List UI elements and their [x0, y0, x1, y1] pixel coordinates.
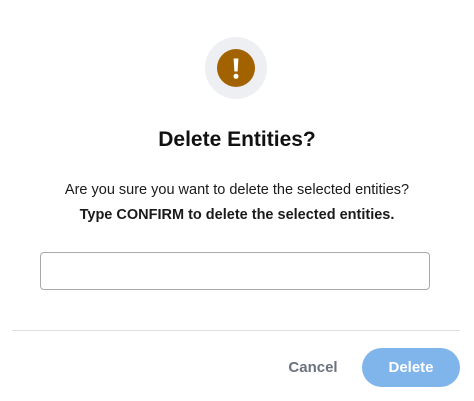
warning-icon-halo — [205, 37, 267, 99]
confirm-input[interactable] — [40, 252, 430, 290]
footer-divider — [12, 330, 460, 331]
confirm-instruction: Type CONFIRM to delete the selected enti… — [79, 207, 395, 223]
delete-button[interactable]: Delete — [362, 348, 460, 387]
dialog-title: Delete Entities? — [158, 128, 316, 151]
dialog-message: Are you sure you want to delete the sele… — [64, 182, 410, 198]
delete-entities-dialog: Delete Entities? Are you sure you want t… — [0, 0, 474, 401]
exclamation-icon — [217, 49, 255, 87]
cancel-button[interactable]: Cancel — [272, 348, 354, 387]
